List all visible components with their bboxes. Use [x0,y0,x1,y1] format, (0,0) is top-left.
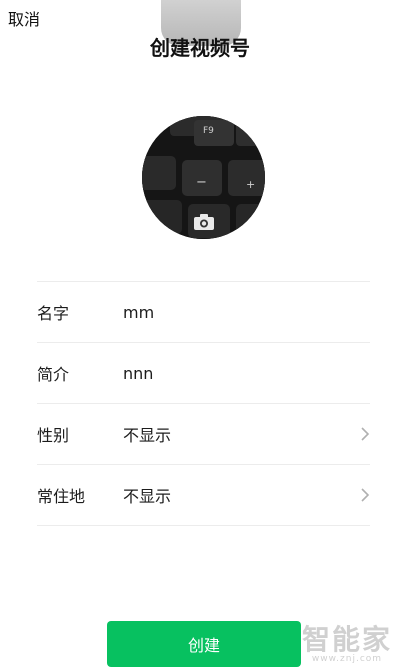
create-button[interactable]: 创建 [107,621,301,667]
bio-value[interactable]: nnn [123,364,370,383]
watermark-url: www.znj.com [311,654,383,664]
location-row[interactable]: 常住地 不显示 [37,465,370,526]
profile-form: 名字 mm 简介 nnn 性别 不显示 常住地 不显示 [37,281,370,526]
location-value: 不显示 [123,487,172,506]
chevron-right-icon [361,427,370,441]
avatar[interactable]: F9 − + [142,116,265,239]
watermark: 智能家 www.znj.com [302,618,392,664]
cancel-button[interactable]: 取消 [8,6,40,30]
name-row[interactable]: 名字 mm [37,282,370,343]
name-label: 名字 [37,304,70,323]
camera-icon [193,214,214,230]
bio-label: 简介 [37,365,70,384]
chevron-right-icon [361,488,370,502]
page-title: 创建视频号 [150,36,250,60]
name-value[interactable]: mm [123,303,370,322]
gender-row[interactable]: 性别 不显示 [37,404,370,465]
gender-label: 性别 [37,426,70,445]
keycap-minus: − [196,175,207,190]
gender-value: 不显示 [123,426,172,445]
keycap-f9: F9 [203,126,214,136]
bio-row[interactable]: 简介 nnn [37,343,370,404]
keycap-plus: + [246,178,255,191]
location-label: 常住地 [37,487,86,506]
watermark-title: 智能家 [301,623,392,656]
